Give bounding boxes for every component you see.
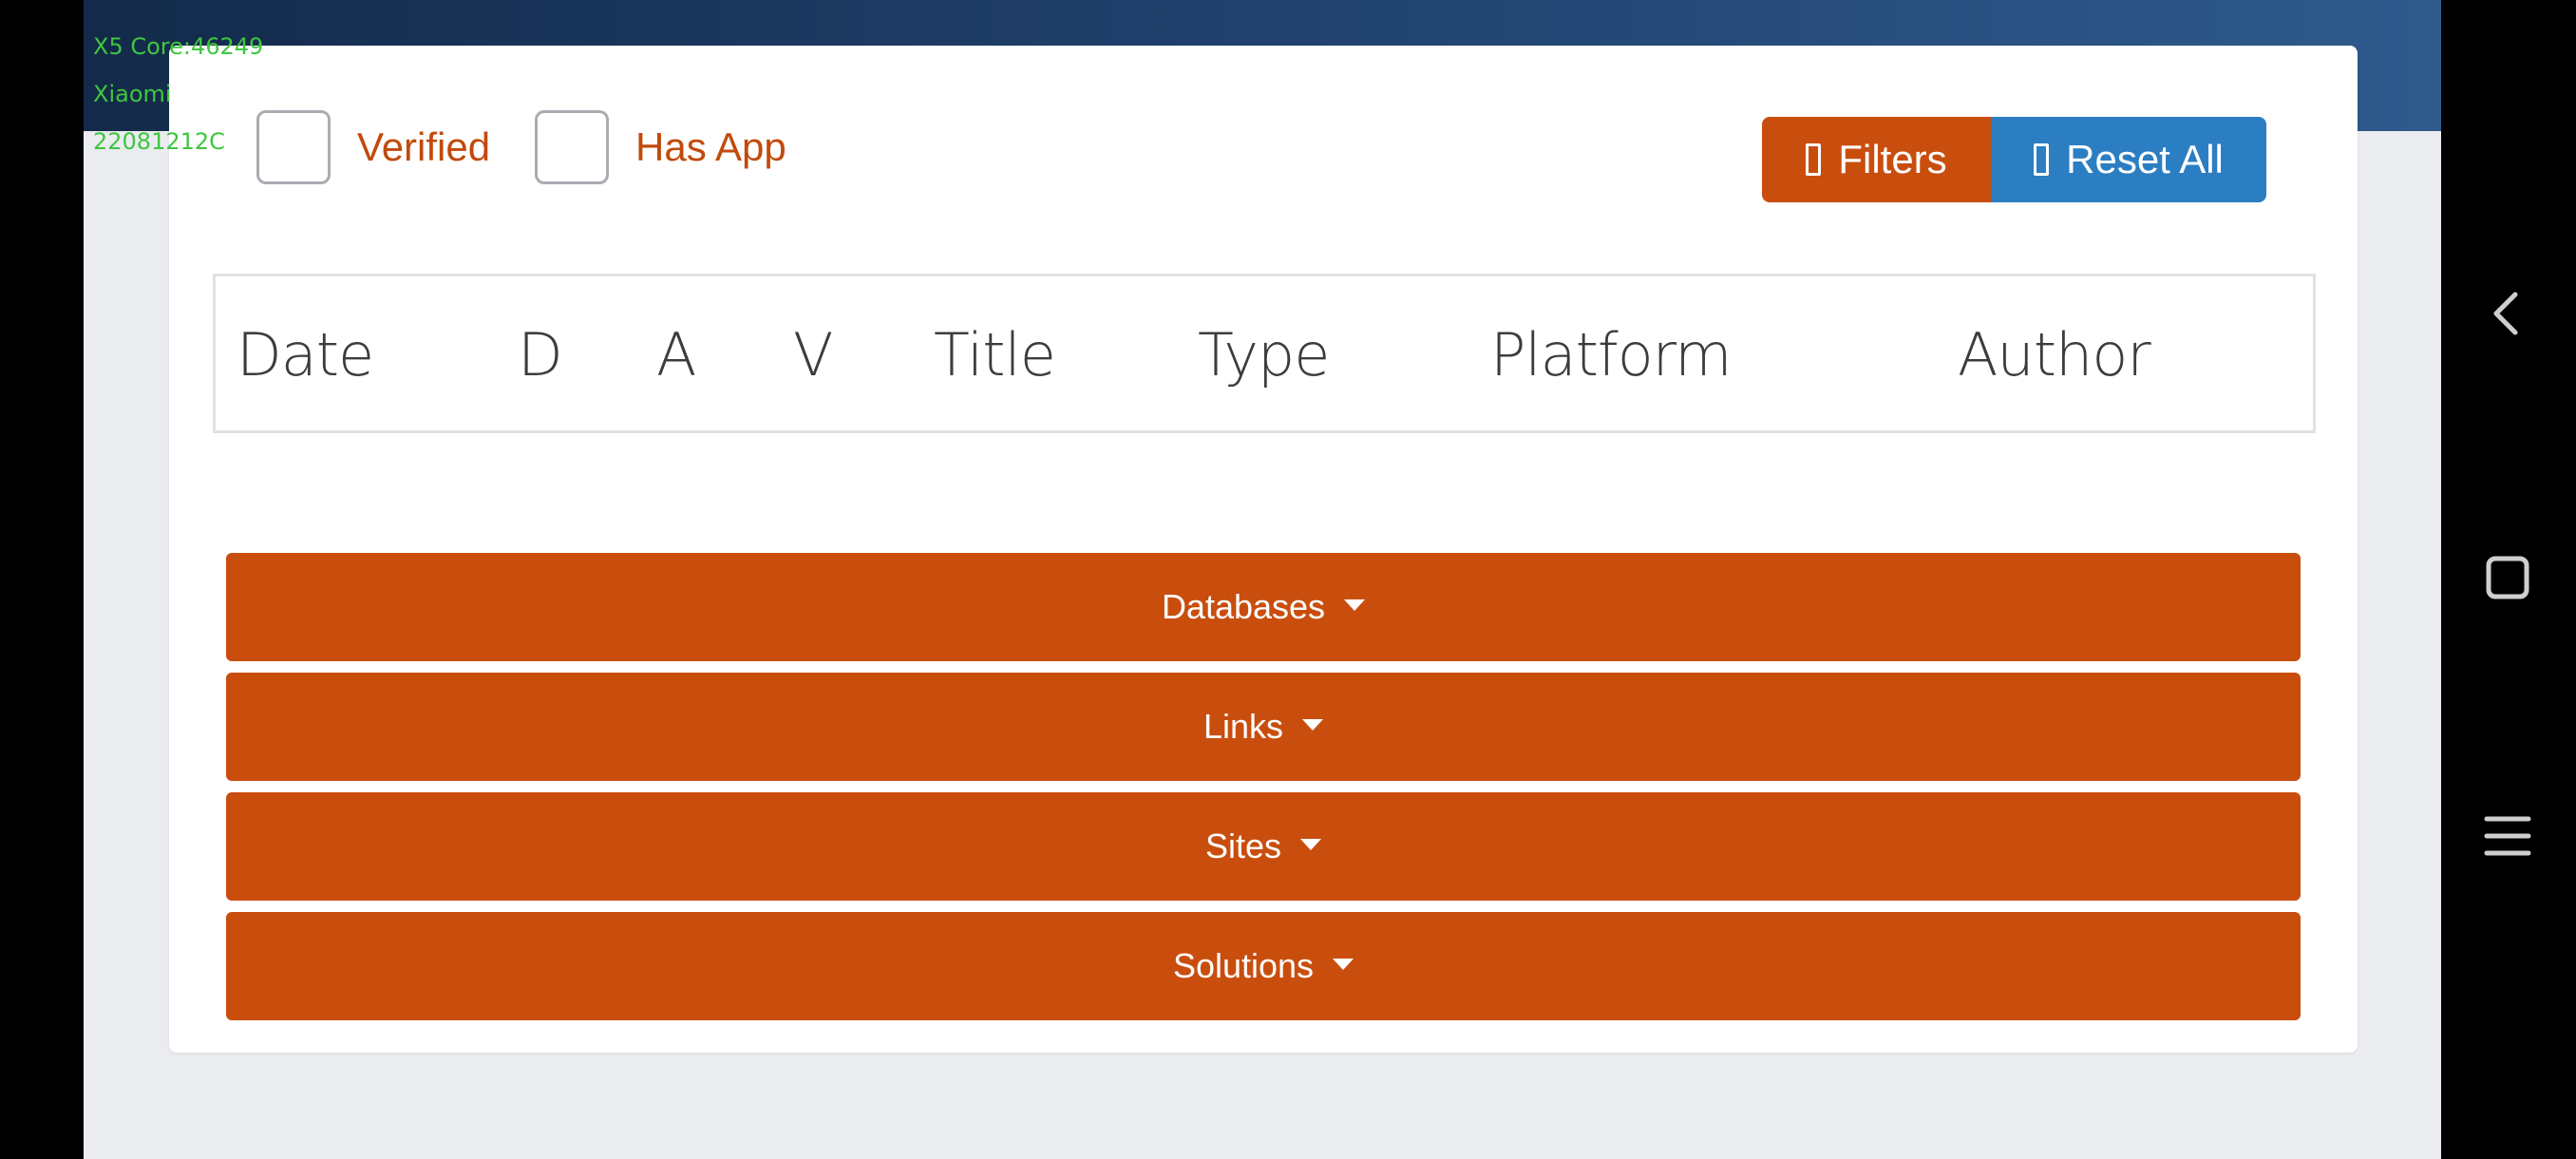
menu-lines-icon[interactable] xyxy=(2481,809,2534,863)
column-header-d[interactable]: D xyxy=(518,320,563,390)
caret-down-icon xyxy=(1333,959,1354,970)
filters-button[interactable]: Filters xyxy=(1762,117,1991,202)
debug-line-core: X5 Core:46249 xyxy=(93,33,264,60)
column-header-platform[interactable]: Platform xyxy=(1490,320,1732,390)
column-header-a[interactable]: A xyxy=(656,320,696,390)
home-square-icon[interactable] xyxy=(2481,551,2534,604)
caret-down-icon xyxy=(1344,599,1366,611)
filter-glyph-icon xyxy=(1806,143,1822,176)
toolbar-button-group: Filters Reset All xyxy=(1762,117,2266,202)
system-navigation-bar xyxy=(2441,0,2576,1159)
column-header-author[interactable]: Author xyxy=(1958,320,2151,390)
verified-checkbox[interactable]: Verified xyxy=(256,110,490,184)
solutions-dropdown-label: Solutions xyxy=(1172,946,1315,985)
column-header-date[interactable]: Date xyxy=(237,320,374,390)
links-dropdown[interactable]: Links xyxy=(226,673,2301,781)
has-app-label: Has App xyxy=(635,124,786,169)
debug-overlay: X5 Core:46249 Xiaomi 22081212C xyxy=(93,23,263,165)
debug-line-model: 22081212C xyxy=(93,128,225,155)
column-header-type[interactable]: Type xyxy=(1198,320,1330,390)
filters-card: Verified Has App Filters Reset All Date … xyxy=(169,46,2358,1053)
has-app-checkbox[interactable]: Has App xyxy=(535,110,786,184)
verified-label: Verified xyxy=(357,124,491,169)
databases-dropdown-label: Databases xyxy=(1161,587,1326,626)
sites-dropdown[interactable]: Sites xyxy=(226,792,2301,901)
sites-dropdown-label: Sites xyxy=(1204,826,1282,865)
reset-glyph-icon xyxy=(2034,143,2050,176)
links-dropdown-label: Links xyxy=(1203,707,1284,746)
column-header-v[interactable]: V xyxy=(793,320,833,390)
caret-down-icon xyxy=(1302,719,1324,731)
databases-dropdown[interactable]: Databases xyxy=(226,553,2301,661)
reset-all-button-label: Reset All xyxy=(2066,137,2224,181)
caret-down-icon xyxy=(1300,839,1322,850)
debug-line-brand: Xiaomi xyxy=(93,81,172,107)
reset-all-button[interactable]: Reset All xyxy=(1991,117,2266,202)
filters-button-label: Filters xyxy=(1838,137,1947,181)
back-chevron-icon[interactable] xyxy=(2481,287,2534,340)
app-viewport: Verified Has App Filters Reset All Date … xyxy=(84,0,2441,1159)
solutions-dropdown[interactable]: Solutions xyxy=(226,912,2301,1020)
has-app-checkbox-box[interactable] xyxy=(535,110,609,184)
verified-checkbox-box[interactable] xyxy=(256,110,331,184)
column-header-title[interactable]: Title xyxy=(934,320,1056,390)
table-header: Date D A V Title Type Platform Author xyxy=(213,274,2316,433)
